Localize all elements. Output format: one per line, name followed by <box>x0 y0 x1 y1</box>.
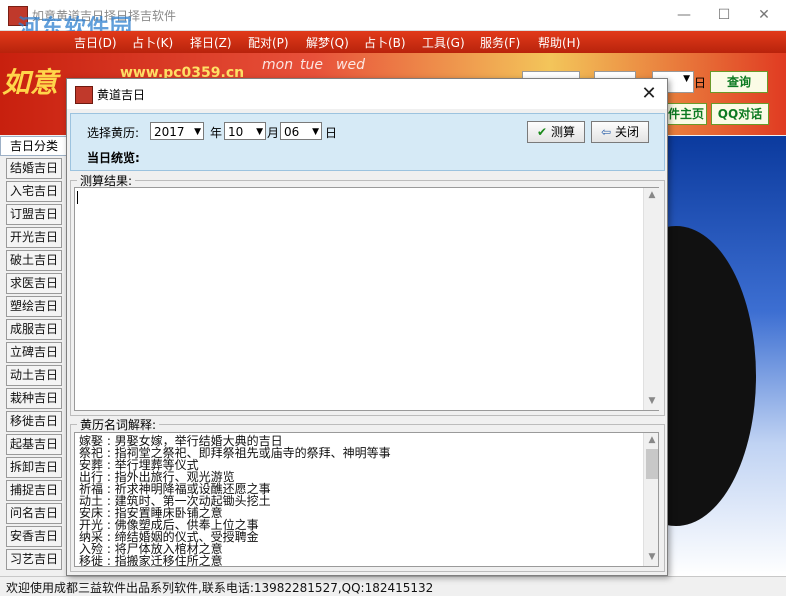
sidebar-item-chengfu[interactable]: 成服吉日 <box>6 319 62 340</box>
decorative-disk <box>666 226 756 526</box>
scroll-down-icon[interactable]: ▼ <box>645 396 659 406</box>
year-value: 2017 <box>154 125 185 139</box>
month-value: 10 <box>228 125 244 139</box>
sidebar-item-ruzhai[interactable]: 入宅吉日 <box>6 181 62 202</box>
close-button[interactable]: ⇦ 关闭 <box>591 121 649 143</box>
maximize-button[interactable]: ☐ <box>704 0 744 30</box>
menu-jiemeng[interactable]: 解梦(Q) <box>306 34 349 51</box>
calculate-label: 测算 <box>550 125 575 139</box>
menu-service[interactable]: 服务(F) <box>480 34 520 51</box>
status-text: 欢迎使用成都三益软件出品系列软件,联系电话:13982281527,QQ:182… <box>6 581 434 595</box>
sidebar-item-yixi[interactable]: 移徙吉日 <box>6 411 62 432</box>
glossary-group: 黄历名词解释: 嫁娶 : 男娶女嫁，举行结婚大典的吉日 祭祀 : 指祠堂之祭祀、… <box>70 416 665 572</box>
text-caret <box>77 191 78 204</box>
sidebar-item-zaizhong[interactable]: 栽种吉日 <box>6 388 62 409</box>
sidebar-item-kaiguang[interactable]: 开光吉日 <box>6 227 62 248</box>
menu-jiri[interactable]: 吉日(D) <box>74 34 117 51</box>
sidebar-item-wenming[interactable]: 问名吉日 <box>6 503 62 524</box>
glossary-group-label: 黄历名词解释: <box>77 416 160 433</box>
minimize-button[interactable]: — <box>664 0 704 30</box>
category-tab[interactable]: 吉日分类 <box>0 136 68 156</box>
status-bar: 欢迎使用成都三益软件出品系列软件,联系电话:13982281527,QQ:182… <box>0 576 786 596</box>
result-textarea[interactable]: ▲ ▼ <box>74 187 660 411</box>
sidebar-item-chaixie[interactable]: 拆卸吉日 <box>6 457 62 478</box>
homepage-button[interactable]: 件主页 <box>665 103 707 125</box>
banner-logo-text: 如意 <box>2 66 59 99</box>
result-group: 测算结果: ▲ ▼ <box>70 172 665 416</box>
sidebar-item-qiuyi[interactable]: 求医吉日 <box>6 273 62 294</box>
year-select[interactable]: 2017 ▼ <box>150 122 204 140</box>
year-unit: 年 <box>210 126 223 140</box>
day-select[interactable]: 06 ▼ <box>280 122 322 140</box>
weekday-mon: mon <box>262 57 294 73</box>
title-bar: 如意黄道吉日择日择吉软件 河东软件园 — ☐ ✕ <box>0 0 786 41</box>
sidebar-item-buzhuo[interactable]: 捕捉吉日 <box>6 480 62 501</box>
background-picture <box>666 136 786 576</box>
chevron-down-icon: ▼ <box>312 127 319 137</box>
selection-panel: 选择黄历: 2017 ▼ 年 10 ▼ 月 06 ▼ 日 ✔ 测算 ⇦ 关闭 当… <box>70 113 665 171</box>
menu-bar: 吉日(D) 占卜(K) 择日(Z) 配对(P) 解梦(Q) 占卜(B) 工具(G… <box>0 31 786 53</box>
weekday-tue: tue <box>300 57 323 73</box>
day-unit: 日 <box>325 126 338 140</box>
scroll-thumb[interactable] <box>646 449 658 479</box>
day-value: 06 <box>284 125 300 139</box>
glossary-scrollbar[interactable]: ▲ ▼ <box>643 433 658 566</box>
close-window-button[interactable]: ✕ <box>744 0 784 30</box>
sidebar-item-libei[interactable]: 立碑吉日 <box>6 342 62 363</box>
scroll-up-icon[interactable]: ▲ <box>645 435 658 445</box>
menu-peidui[interactable]: 配对(P) <box>248 34 289 51</box>
checkmark-icon: ✔ <box>537 125 548 139</box>
menu-zeri[interactable]: 择日(Z) <box>190 34 232 51</box>
day-overview-label: 当日统览: <box>87 151 140 165</box>
sidebar-item-potu[interactable]: 破土吉日 <box>6 250 62 271</box>
dialog-title: 黄道吉日 <box>97 88 146 102</box>
menu-tools[interactable]: 工具(G) <box>422 34 465 51</box>
glossary-textarea[interactable]: 嫁娶 : 男娶女嫁，举行结婚大典的吉日 祭祀 : 指祠堂之祭祀、即拜祭祖先或庙寺… <box>74 432 659 567</box>
sidebar-item-qiji[interactable]: 起基吉日 <box>6 434 62 455</box>
calculate-button[interactable]: ✔ 测算 <box>527 121 585 143</box>
result-scrollbar[interactable]: ▲ ▼ <box>643 188 660 410</box>
month-select[interactable]: 10 ▼ <box>224 122 266 140</box>
query-button[interactable]: 查询 <box>710 71 768 93</box>
sidebar-item-anxiang[interactable]: 安香吉日 <box>6 526 62 547</box>
sidebar-item-dongtu[interactable]: 动土吉日 <box>6 365 62 386</box>
weekday-wed: wed <box>336 57 365 73</box>
sidebar-item-xiyi[interactable]: 习艺吉日 <box>6 549 62 570</box>
chevron-down-icon: ▼ <box>194 127 201 137</box>
dialog-title-bar: 黄道吉日 ✕ <box>67 79 667 109</box>
sidebar-item-dingmeng[interactable]: 订盟吉日 <box>6 204 62 225</box>
sidebar-item-jiehun[interactable]: 结婚吉日 <box>6 158 62 179</box>
dialog-close-button[interactable]: ✕ <box>635 81 663 107</box>
banner-day-unit: 日 <box>694 76 707 90</box>
huangdao-dialog: 黄道吉日 ✕ 选择黄历: 2017 ▼ 年 10 ▼ 月 06 ▼ 日 ✔ 测算… <box>66 78 668 576</box>
chevron-down-icon: ▼ <box>256 127 263 137</box>
select-almanac-label: 选择黄历: <box>87 126 140 140</box>
menu-zhanbu[interactable]: 占卜(K) <box>132 34 173 51</box>
menu-help[interactable]: 帮助(H) <box>538 34 580 51</box>
scroll-up-icon[interactable]: ▲ <box>645 190 659 200</box>
close-label: 关闭 <box>614 125 639 139</box>
month-unit: 月 <box>267 126 280 140</box>
sidebar-item-suhui[interactable]: 塑绘吉日 <box>6 296 62 317</box>
qq-chat-button[interactable]: QQ对话 <box>711 103 769 125</box>
menu-zhanbu-b[interactable]: 占卜(B) <box>364 34 406 51</box>
dialog-icon <box>75 86 93 104</box>
exit-door-icon: ⇦ <box>601 125 612 139</box>
scroll-down-icon[interactable]: ▼ <box>645 552 658 562</box>
glossary-line: 移徙 : 指搬家迁移住所之意 <box>79 554 223 567</box>
